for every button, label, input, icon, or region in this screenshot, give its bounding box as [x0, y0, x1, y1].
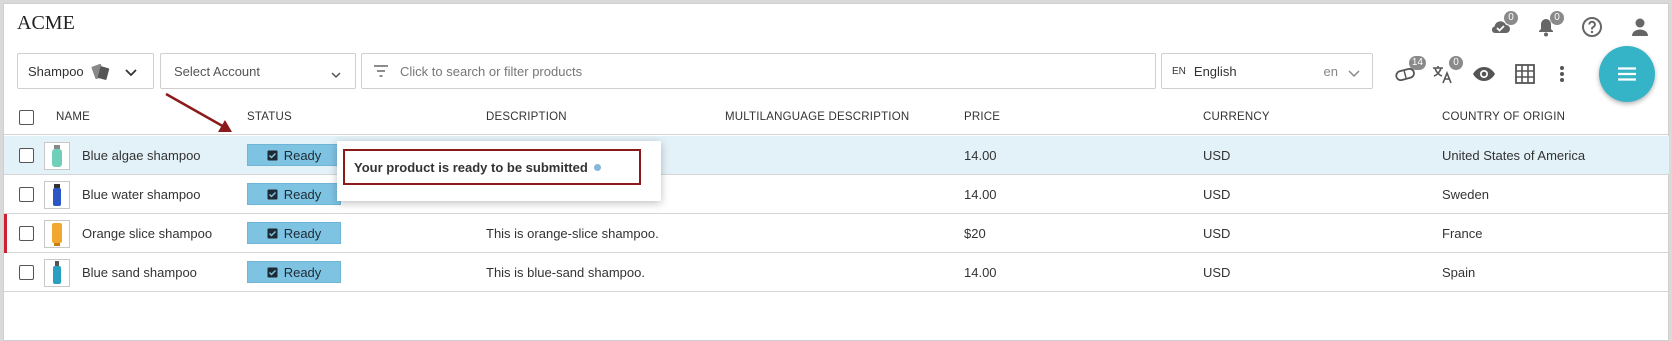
product-country: Spain: [1442, 265, 1476, 280]
category-select[interactable]: Shampoo: [17, 53, 154, 89]
popover-message: Your product is ready to be submitted: [354, 159, 588, 175]
column-header-status[interactable]: STATUS: [247, 111, 292, 123]
notification-badge: 0: [1550, 11, 1564, 25]
search-placeholder: Click to search or filter products: [400, 63, 583, 79]
product-thumbnail: [44, 142, 70, 170]
status-label: Ready: [283, 147, 322, 163]
chevron-down-icon: [331, 67, 341, 82]
chevron-down-icon: [125, 65, 137, 80]
status-label: Ready: [283, 186, 322, 202]
translate-icon[interactable]: 0: [1429, 56, 1463, 88]
search-input[interactable]: Click to search or filter products: [361, 53, 1156, 89]
product-name[interactable]: Orange slice shampoo: [82, 226, 212, 241]
filter-icon: [374, 65, 388, 77]
product-price: $20: [964, 226, 986, 241]
table-row[interactable]: Blue water shampoo Ready 14.00 USD Swede…: [4, 175, 1669, 214]
product-country: France: [1442, 226, 1483, 241]
checkbox-checked-icon: [267, 150, 278, 161]
column-header-description[interactable]: DESCRIPTION: [486, 111, 567, 123]
account-select[interactable]: Select Account: [160, 53, 356, 89]
product-currency: USD: [1203, 148, 1231, 163]
row-checkbox[interactable]: [19, 148, 34, 163]
checkbox-checked-icon: [267, 267, 278, 278]
product-description: This is orange-slice shampoo.: [486, 226, 659, 241]
grid-icon[interactable]: [1511, 60, 1539, 88]
product-description: This is blue-sand shampoo.: [486, 265, 645, 280]
chevron-down-icon: [1348, 66, 1360, 81]
product-price: 14.00: [964, 187, 997, 202]
status-badge[interactable]: Ready: [247, 222, 341, 244]
menu-icon: [1618, 67, 1636, 81]
more-vertical-icon[interactable]: [1548, 60, 1576, 88]
product-currency: USD: [1203, 187, 1231, 202]
row-marker: [4, 214, 7, 253]
status-label: Ready: [283, 225, 322, 241]
status-popover: Your product is ready to be submitted: [337, 141, 661, 201]
language-code: EN: [1172, 65, 1186, 77]
translate-badge: 0: [1449, 56, 1463, 70]
bell-icon[interactable]: 0: [1533, 11, 1564, 40]
table-row[interactable]: Blue sand shampoo Ready This is blue-san…: [4, 253, 1669, 292]
category-icon: [90, 61, 112, 81]
status-badge[interactable]: Ready: [247, 261, 341, 283]
status-label: Ready: [283, 264, 322, 280]
product-price: 14.00: [964, 148, 997, 163]
product-name[interactable]: Blue water shampoo: [82, 187, 201, 202]
main-menu-button[interactable]: [1599, 46, 1655, 102]
row-checkbox[interactable]: [19, 187, 34, 202]
cloud-check-icon[interactable]: 0: [1487, 11, 1518, 40]
checkbox-checked-icon: [267, 189, 278, 200]
table-row[interactable]: Orange slice shampoo Ready This is orang…: [4, 214, 1669, 253]
product-name[interactable]: Blue algae shampoo: [82, 148, 201, 163]
row-checkbox[interactable]: [19, 265, 34, 280]
product-currency: USD: [1203, 265, 1231, 280]
category-value: Shampoo: [28, 63, 84, 79]
annotation-arrow-icon: [165, 92, 232, 132]
column-header-multilanguage[interactable]: MULTILANGUAGE DESCRIPTION: [725, 111, 909, 123]
eye-icon[interactable]: [1470, 60, 1498, 88]
product-thumbnail: [44, 220, 70, 248]
product-thumbnail: [44, 181, 70, 209]
status-badge[interactable]: Ready: [247, 183, 341, 205]
status-badge[interactable]: Ready: [247, 144, 341, 166]
info-dot-icon: [593, 163, 601, 171]
app-title: ACME: [17, 12, 75, 34]
language-value: English: [1193, 63, 1237, 79]
account-placeholder: Select Account: [174, 63, 260, 79]
product-thumbnail: [44, 259, 70, 287]
pill-badge: 14: [1408, 56, 1426, 70]
language-select[interactable]: EN English en: [1161, 53, 1373, 89]
table-header: NAME STATUS DESCRIPTION MULTILANGUAGE DE…: [4, 100, 1669, 135]
row-checkbox[interactable]: [19, 226, 34, 241]
product-country: United States of America: [1442, 148, 1586, 163]
column-header-country[interactable]: COUNTRY OF ORIGIN: [1442, 111, 1565, 123]
help-icon[interactable]: [1579, 14, 1605, 40]
column-header-name[interactable]: NAME: [56, 111, 90, 123]
checkbox-checked-icon: [267, 228, 278, 239]
notification-badge: 0: [1504, 11, 1518, 25]
popover-message-box: Your product is ready to be submitted: [343, 149, 641, 185]
product-country: Sweden: [1442, 187, 1489, 202]
product-name[interactable]: Blue sand shampoo: [82, 265, 197, 280]
product-price: 14.00: [964, 265, 997, 280]
user-icon[interactable]: [1627, 14, 1653, 40]
pill-icon[interactable]: 14: [1392, 56, 1426, 88]
product-currency: USD: [1203, 226, 1231, 241]
table-row[interactable]: Blue algae shampoo Ready 14.00 USD Unite…: [4, 136, 1669, 175]
column-header-currency[interactable]: CURRENCY: [1203, 111, 1270, 123]
language-short: en: [1323, 63, 1338, 79]
select-all-checkbox[interactable]: [19, 110, 34, 125]
column-header-price[interactable]: PRICE: [964, 111, 1000, 123]
